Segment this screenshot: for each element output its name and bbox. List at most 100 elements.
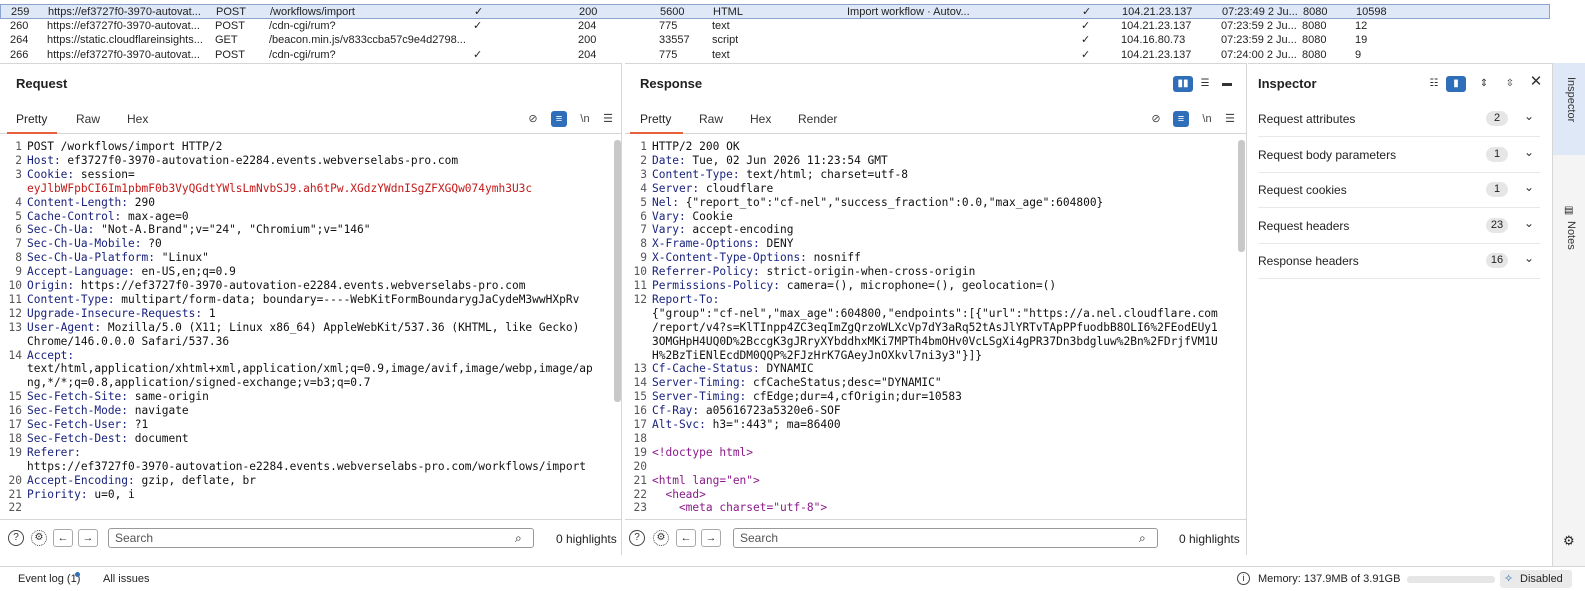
line-number: 8 — [15, 251, 22, 265]
line-number: 9 — [640, 251, 647, 265]
header-value: en-US,en;q=0.9 — [134, 265, 236, 279]
tab-pretty[interactable]: Pretty — [16, 112, 47, 126]
cell-path: /cdn-cgi/rum? — [269, 48, 336, 61]
header-name: Sec-Fetch-User: — [27, 418, 129, 431]
response-scrollbar[interactable] — [1238, 140, 1245, 252]
cell-status-code: 200 — [579, 6, 598, 18]
chevron-down-icon[interactable]: ⌄ — [1524, 216, 1534, 230]
request-editor[interactable]: 1 POST /workflows/import HTTP/2 2 Host: ef3… — [0, 138, 612, 520]
code-line: Chrome/146.0.0.0 Safari/537.36 — [27, 335, 229, 349]
header-name: Accept-Encoding: — [27, 473, 135, 487]
line-number: 5 — [640, 195, 647, 209]
tab-hex[interactable]: Hex — [127, 112, 148, 126]
code-line: Referer: — [27, 446, 81, 460]
cell-path: /workflows/import — [270, 6, 355, 18]
history-row[interactable]: 260 https://ef3727f0-3970-autovat... POST /… — [0, 19, 1550, 33]
line-number: 2 — [15, 153, 22, 167]
cell-ip-address: 104.21.23.137 — [1122, 6, 1193, 18]
code-line: https://ef3727f0-3970-autovation-e2284.e… — [27, 460, 586, 474]
menu-icon[interactable]: ☰ — [600, 111, 616, 127]
newline-toggle[interactable]: \n — [1199, 111, 1215, 127]
tab-raw[interactable]: Raw — [699, 112, 723, 126]
hide-non-printable-icon[interactable]: ⊘ — [525, 111, 541, 127]
rail-settings-gear-icon[interactable]: ⚙ — [1563, 533, 1575, 549]
layout-rows-icon[interactable]: ☰ — [1195, 76, 1215, 92]
inspector-section[interactable]: Request cookies 1 ⌄ — [1258, 172, 1540, 209]
tab-pretty[interactable]: Pretty — [640, 112, 671, 126]
chevron-down-icon[interactable]: ⌄ — [1524, 145, 1534, 159]
history-row[interactable]: 264 https://static.cloudflareinsights... G… — [0, 33, 1550, 47]
layout-tabs-icon[interactable]: ▬ — [1217, 76, 1237, 92]
cell-row-number: 264 — [10, 34, 29, 46]
line-number: 1 — [15, 140, 22, 153]
active-tab-indicator — [630, 132, 683, 134]
cell-ip-address: 104.16.80.73 — [1121, 34, 1186, 46]
section-label: Response headers — [1258, 254, 1359, 269]
tab-raw[interactable]: Raw — [76, 112, 100, 126]
inspector-layout-icon[interactable]: ☷ — [1424, 76, 1444, 92]
inspector-section[interactable]: Request headers 23 ⌄ — [1258, 208, 1540, 244]
cell-method: POST — [216, 6, 246, 18]
code-line: Server-Timing: cfEdge;dur=4,cfOrigin;dur… — [652, 390, 962, 404]
line-number: 5 — [15, 209, 22, 223]
rail-tab-notes[interactable]: ▤ Notes — [1553, 197, 1585, 267]
wrap-lines-icon[interactable]: ≡ — [551, 111, 567, 127]
rail-tab-inspector[interactable]: Inspector — [1553, 63, 1585, 155]
cell-port: 8080 — [1302, 34, 1327, 46]
inspector-section[interactable]: Response headers 16 ⌄ — [1258, 243, 1540, 280]
wrap-lines-icon[interactable]: ≡ — [1173, 111, 1189, 127]
expand-all-icon[interactable]: ⇕ — [1474, 76, 1494, 92]
event-log-link[interactable]: Event log (1) — [18, 573, 80, 585]
header-value: https://ef3727f0-3970-autovation-e2284.e… — [74, 279, 526, 292]
all-issues-link[interactable]: All issues — [103, 573, 149, 585]
code-line: eyJlbWFpbCI6Im1pbmF0b3VyQGdtYWlsLmNvbSJ9… — [27, 182, 532, 196]
help-icon[interactable]: ? — [8, 530, 24, 546]
chevron-down-icon[interactable]: ⌄ — [1524, 109, 1534, 123]
header-value: 1 — [202, 306, 216, 320]
code-line: Sec-Ch-Ua-Mobile: ?0 — [27, 237, 162, 251]
history-row[interactable]: 259 https://ef3727f0-3970-autovat... POST /… — [0, 4, 1550, 19]
tab-hex[interactable]: Hex — [750, 112, 771, 126]
tab-render[interactable]: Render — [798, 112, 837, 126]
newline-toggle[interactable]: \n — [577, 111, 593, 127]
collapse-all-icon[interactable]: ⇳ — [1500, 76, 1520, 92]
code-line: Date: Tue, 02 Jun 2026 11:23:54 GMT — [652, 154, 888, 168]
response-editor[interactable]: 1 HTTP/2 200 OK 2 Date: Tue, 02 Jun 2026 11… — [625, 138, 1237, 520]
header-name: X-Frame-Options: — [652, 237, 760, 251]
close-icon[interactable]: ✕ — [1526, 74, 1546, 90]
line-number: 14 — [633, 376, 647, 390]
line-number: 21 — [633, 473, 647, 487]
request-scrollbar[interactable] — [614, 140, 621, 402]
inspector-section[interactable]: Request body parameters 1 ⌄ — [1258, 137, 1540, 173]
previous-arrow-icon[interactable]: ← — [53, 529, 73, 547]
header-name: Origin: — [27, 279, 75, 292]
search-input[interactable]: Search — [108, 528, 534, 548]
chevron-down-icon[interactable]: ⌄ — [1524, 251, 1534, 265]
code-line: <html lang="en"> — [652, 474, 760, 488]
chevron-down-icon[interactable]: ⌄ — [1524, 180, 1534, 194]
layout-columns-icon[interactable]: ▮▮ — [1173, 76, 1193, 92]
cell-host-url: https://ef3727f0-3970-autovat... — [47, 48, 200, 61]
code-line: Report-To: — [652, 293, 719, 307]
request-tabs: Pretty Raw Hex ⊘ ≡ \n ☰ — [0, 104, 621, 134]
search-input[interactable]: Search — [733, 528, 1158, 548]
inspector-section[interactable]: Request attributes 2 ⌄ — [1258, 101, 1540, 137]
section-label: Request cookies — [1258, 183, 1347, 198]
hide-non-printable-icon[interactable]: ⊘ — [1148, 111, 1164, 127]
previous-arrow-icon[interactable]: ← — [676, 529, 696, 547]
settings-gear-icon[interactable]: ⚙ — [653, 530, 669, 546]
settings-gear-icon[interactable]: ⚙ — [31, 530, 47, 546]
info-icon[interactable]: i — [1237, 572, 1250, 585]
next-arrow-icon[interactable]: → — [701, 529, 721, 547]
history-row[interactable]: 266 https://ef3727f0-3970-autovat... POST /… — [0, 48, 1550, 62]
header-name: Permissions-Policy: — [652, 279, 780, 292]
cell-length: 33557 — [659, 34, 690, 46]
line-text: 3OMGHpH4UQ0D%2BccgK3gJRryXYbddhxMKi7MPTh… — [652, 334, 1218, 348]
menu-icon[interactable]: ☰ — [1222, 111, 1238, 127]
disabled-toggle[interactable]: ✧ Disabled — [1500, 570, 1572, 588]
cell-row-number: 260 — [10, 19, 29, 32]
search-icon: ⌕ — [515, 531, 522, 545]
inspector-layout-active-icon[interactable]: ▮ — [1446, 76, 1466, 92]
next-arrow-icon[interactable]: → — [78, 529, 98, 547]
help-icon[interactable]: ? — [629, 530, 645, 546]
